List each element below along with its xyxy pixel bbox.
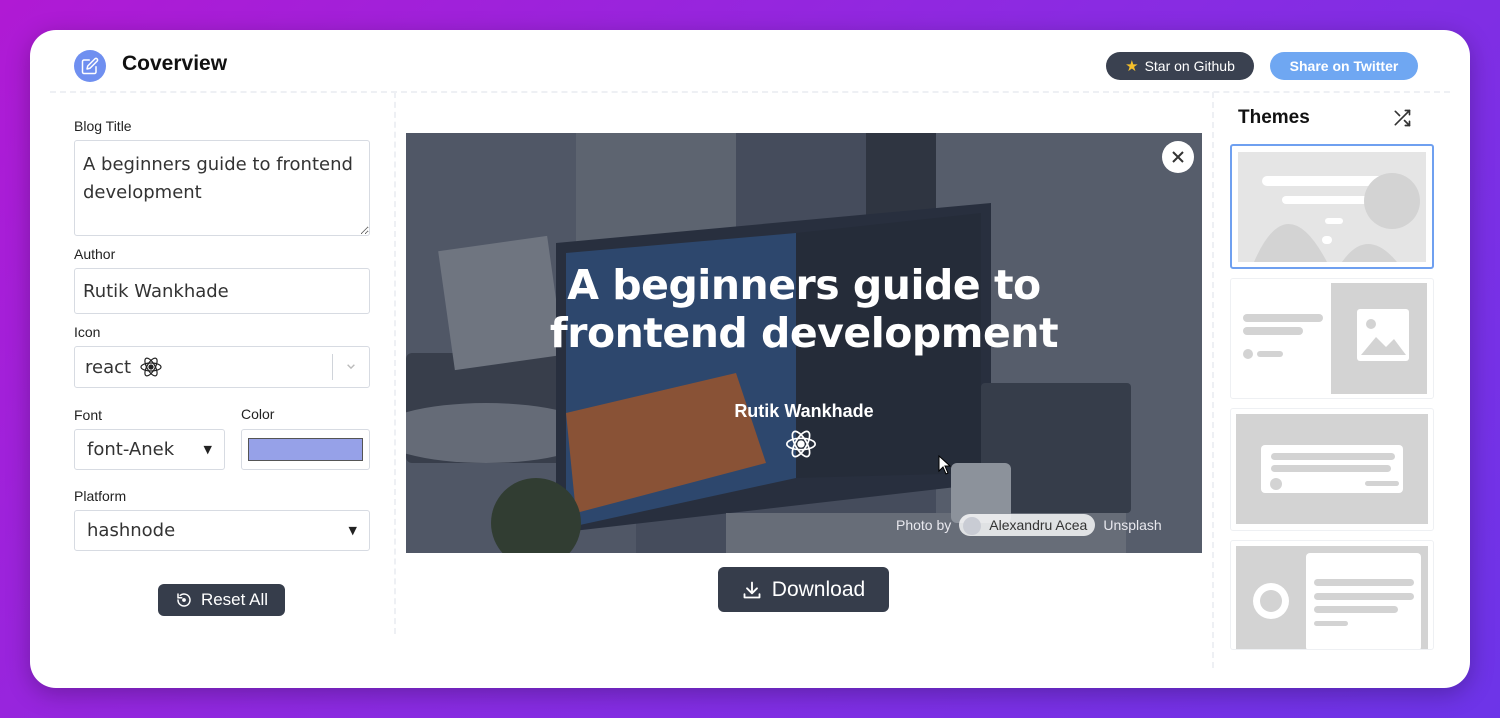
font-label: Font [74,407,103,423]
download-button[interactable]: Download [718,567,889,612]
star-on-github-button[interactable]: ★ Star on Github [1106,52,1254,80]
color-picker[interactable] [241,429,370,470]
platform-label: Platform [74,488,127,504]
reset-icon [177,593,191,607]
reset-label: Reset All [200,590,269,609]
star-icon: ★ [1125,58,1139,75]
themes-title: Themes [1238,107,1310,128]
download-icon [743,581,761,598]
theme-thumbnail [1243,283,1427,394]
select-arrow-icon: ▼ [348,524,357,537]
theme-thumbnail [1236,546,1428,649]
share-on-twitter-button[interactable]: Share on Twitter [1270,52,1418,80]
edit-icon [74,50,106,82]
right-divider [1212,92,1214,668]
author-label: Author [74,246,116,262]
brand-title[interactable]: Coverview [122,52,227,76]
font-select-value: font-Anek [87,439,175,460]
color-label: Color [241,406,275,422]
font-select[interactable]: font-Anek ▼ [74,429,225,470]
cover-title: A beginners guide to frontend developmen… [549,261,1059,357]
photo-credit: Photo by Alexandru Acea Unsplash [896,514,1162,536]
photo-by-text: Photo by [896,517,952,533]
theme-thumbnail [1238,152,1426,262]
download-label: Download [771,577,866,601]
unsplash-link[interactable]: Unsplash [1103,517,1161,533]
header-divider [50,91,1450,93]
reset-all-button[interactable]: Reset All [158,584,285,616]
color-swatch [248,438,363,461]
react-icon [140,357,162,377]
blog-title-input[interactable]: A beginners guide to frontend developmen… [74,140,370,236]
react-icon [785,430,817,458]
icon-label: Icon [74,324,101,340]
platform-select[interactable]: hashnode ▼ [74,510,370,551]
blog-title-label: Blog Title [74,118,132,134]
theme-option-preview[interactable] [1230,540,1434,650]
theme-option-basic[interactable] [1230,144,1434,269]
photographer-link[interactable]: Alexandru Acea [959,514,1096,536]
platform-select-value: hashnode [87,520,176,541]
chevron-down-icon[interactable] [333,360,369,374]
icon-select-text: react [85,356,132,378]
theme-option-outline[interactable] [1230,408,1434,531]
theme-thumbnail [1236,414,1428,524]
cover-author: Rutik Wankhade [734,401,874,421]
cover-preview: A beginners guide to frontend developmen… [406,133,1202,553]
github-button-label: Star on Github [1144,58,1235,74]
author-input[interactable] [74,268,370,314]
theme-option-modern[interactable] [1230,278,1434,399]
select-arrow-icon: ▼ [203,443,212,456]
close-icon[interactable] [1162,141,1194,173]
icon-select[interactable]: react [74,346,370,388]
header: Coverview ★ Star on Github Share on Twit… [30,30,1470,92]
app-window: Coverview ★ Star on Github Share on Twit… [30,30,1470,688]
left-divider [394,92,396,634]
icon-select-value: react [75,355,332,379]
mouse-cursor-icon [938,455,952,475]
shuffle-icon[interactable] [1392,108,1412,128]
